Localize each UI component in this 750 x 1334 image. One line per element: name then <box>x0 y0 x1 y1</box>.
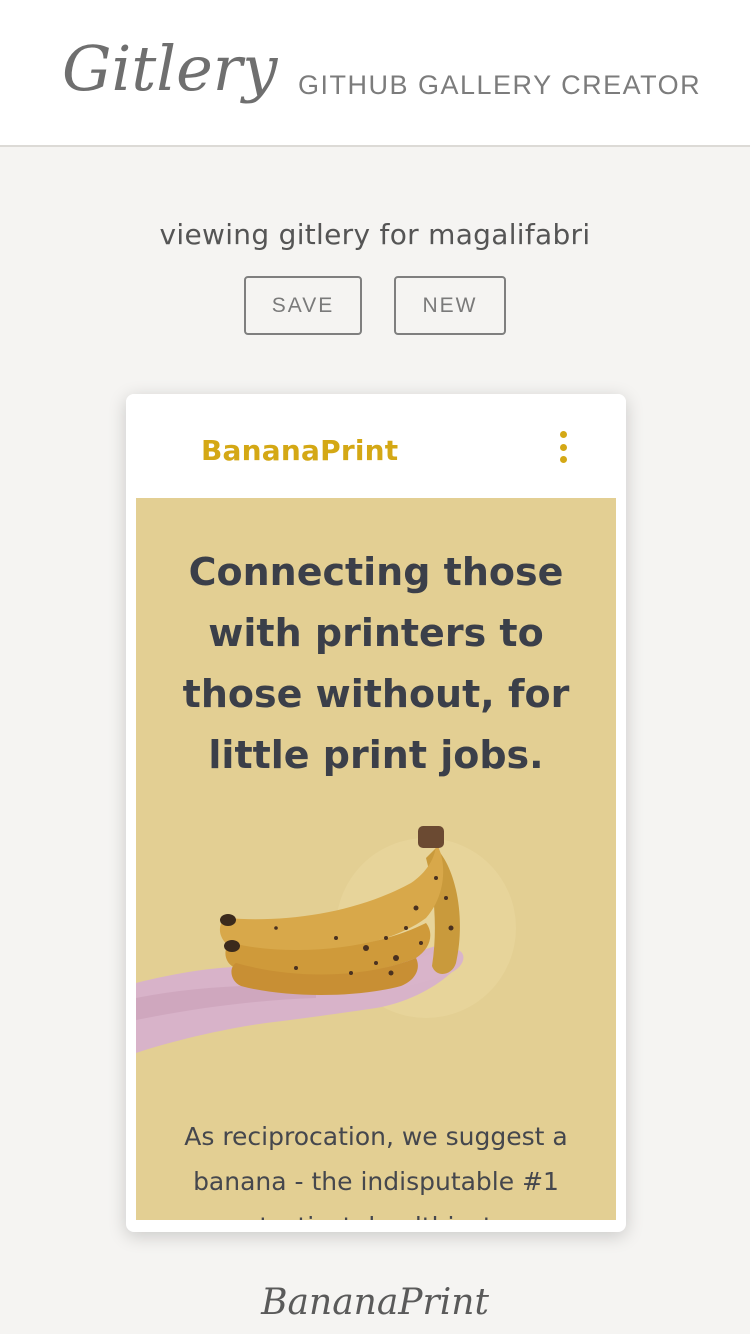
app-tagline: GITHUB GALLERY CREATOR <box>298 70 702 100</box>
card-brand-title: BananaPrint <box>201 434 399 467</box>
banana-hand-image <box>136 826 516 1053</box>
hero-headline: Connecting those with printers to those … <box>182 550 570 777</box>
card-screenshot-hero: Connecting those with printers to those … <box>136 498 616 1220</box>
viewing-user-label: viewing gitlery for magalifabri <box>159 218 591 251</box>
gallery-item-caption[interactable]: BananaPrint <box>0 1282 750 1323</box>
hero-subtext: As reciprocation, we suggest a banana - … <box>184 1122 568 1220</box>
gallery-card[interactable]: BananaPrint Connecting those with printe… <box>126 394 626 1232</box>
app-header: Gitlery GITHUB GALLERY CREATOR <box>0 0 750 147</box>
card-app-bar: BananaPrint <box>126 394 626 498</box>
kebab-menu-icon[interactable] <box>557 431 569 467</box>
app-logo[interactable]: Gitlery <box>62 32 277 105</box>
save-button[interactable]: SAVE <box>244 276 362 335</box>
new-button[interactable]: NEW <box>394 276 506 335</box>
